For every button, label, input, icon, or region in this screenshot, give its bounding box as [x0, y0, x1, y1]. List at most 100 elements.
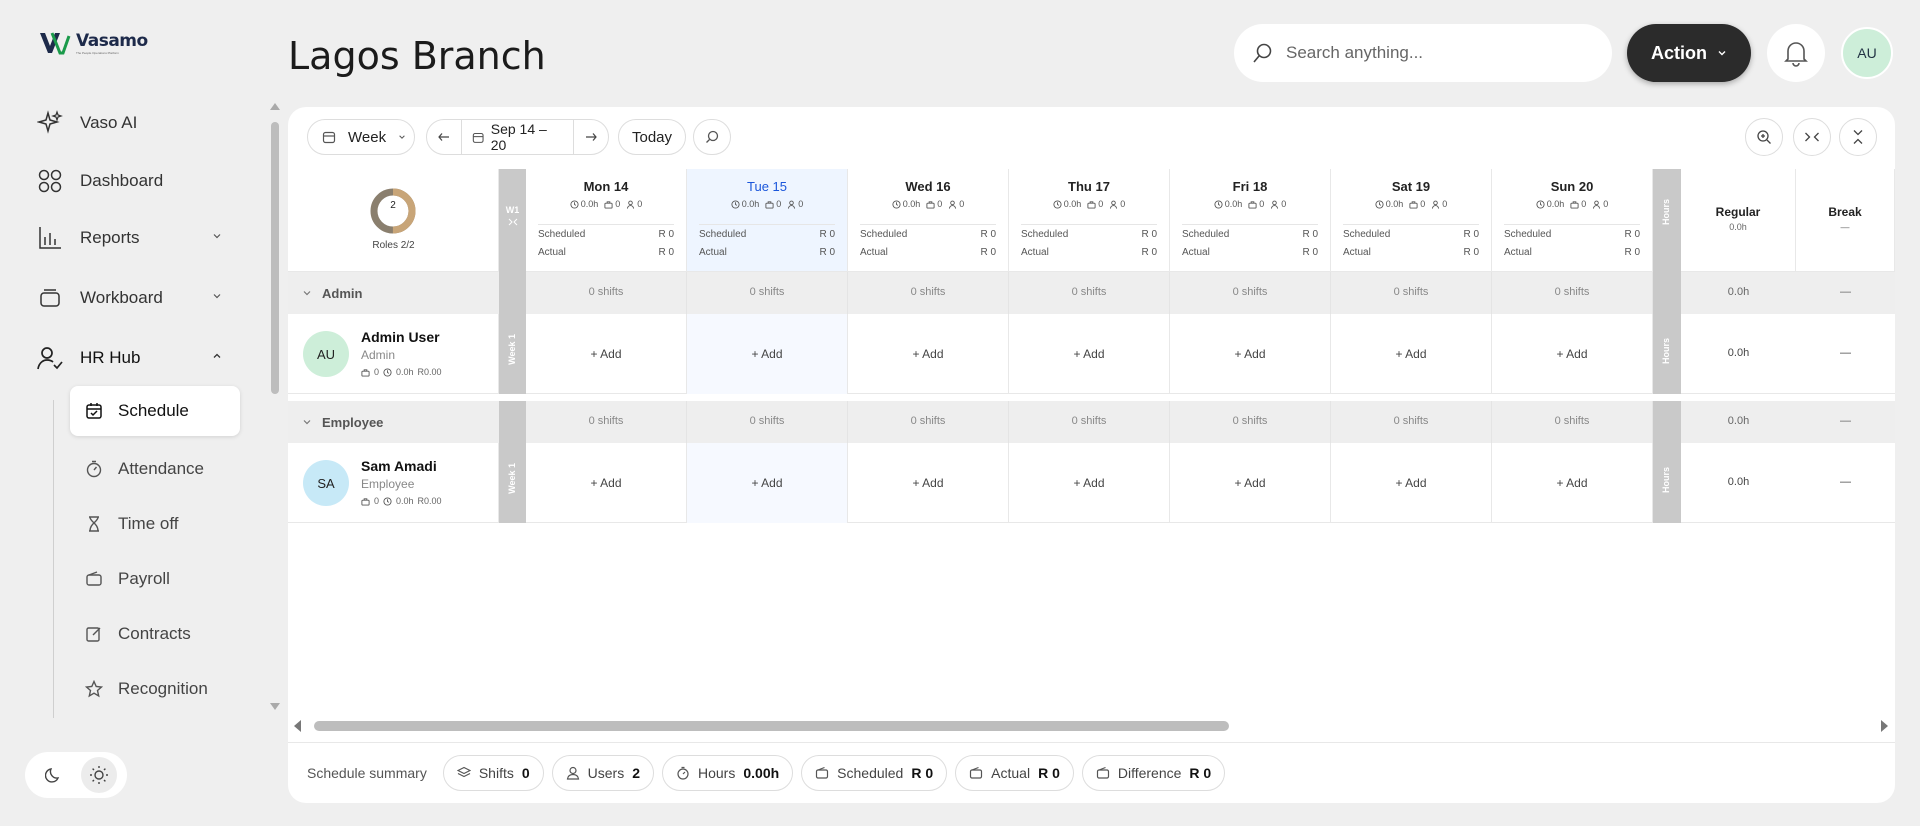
group-header-row[interactable]: Employee 0 shifts 0 shifts 0 shifts 0 shift…: [288, 401, 1895, 443]
add-shift-button[interactable]: + Add: [526, 347, 686, 361]
day-hours: 0.0h: [1224, 199, 1243, 209]
shift-cell[interactable]: + Add: [848, 443, 1009, 523]
scheduled-value: R 0: [658, 229, 674, 240]
shift-cell[interactable]: + Add: [1170, 443, 1331, 523]
group-shifts-text: 0 shifts: [1071, 286, 1107, 298]
add-shift-button[interactable]: + Add: [1492, 476, 1652, 490]
add-shift-button[interactable]: + Add: [1492, 347, 1652, 361]
hours-strip-header[interactable]: Hours: [1653, 169, 1681, 272]
vasamo-logo-icon: [40, 32, 71, 55]
day-people: 0: [1120, 199, 1126, 209]
next-week-button[interactable]: [574, 132, 608, 142]
day-header[interactable]: Fri 18 0.0h 0 0 Scheduled R 0 Actual R 0: [1170, 169, 1331, 272]
nav-item-vaso-ai[interactable]: Vaso AI: [36, 108, 137, 138]
clock-icon: [892, 199, 901, 209]
sub-label-contracts: Contracts: [118, 624, 191, 643]
add-shift-button[interactable]: + Add: [1009, 476, 1169, 490]
day-header[interactable]: Tue 15 0.0h 0 0 Scheduled R 0 Actual R 0: [687, 169, 848, 272]
summary-chip-shifts: Shifts 0: [442, 755, 544, 791]
nav-label-vaso-ai: Vaso AI: [80, 113, 138, 132]
employee-cell[interactable]: AU Admin User Admin 0 0.0h R0.00: [288, 314, 499, 394]
shift-cell[interactable]: + Add: [1492, 314, 1653, 394]
date-range-button[interactable]: Sep 14 – 20: [461, 119, 574, 155]
brand-logo[interactable]: Vasamo The People Operations Platform: [38, 30, 148, 56]
zoom-in-button[interactable]: [1745, 118, 1783, 156]
add-shift-button[interactable]: + Add: [1331, 347, 1491, 361]
sub-item-schedule[interactable]: Schedule: [70, 386, 240, 436]
notifications-button[interactable]: [1767, 24, 1825, 82]
add-shift-button[interactable]: + Add: [848, 347, 1008, 361]
shift-cell[interactable]: + Add: [687, 314, 848, 394]
add-shift-button[interactable]: + Add: [1170, 347, 1330, 361]
nav-item-reports[interactable]: Reports: [36, 223, 226, 253]
moon-icon: [44, 768, 59, 783]
employee-hours: 0.0h: [396, 367, 414, 377]
group-header-row[interactable]: Admin 0 shifts 0 shifts 0 shifts 0 shifts 0 …: [288, 272, 1895, 314]
shift-cell[interactable]: + Add: [1009, 443, 1170, 523]
add-shift-button[interactable]: + Add: [1009, 347, 1169, 361]
sub-label-payroll: Payroll: [118, 569, 170, 588]
actual-value: R 0: [1463, 247, 1479, 258]
collapse-columns-button[interactable]: [1793, 118, 1831, 156]
prev-week-button[interactable]: [427, 132, 461, 142]
shift-cell[interactable]: + Add: [526, 314, 687, 394]
shift-cell[interactable]: + Add: [1492, 443, 1653, 523]
day-header[interactable]: Wed 16 0.0h 0 0 Scheduled R 0 Actual R 0: [848, 169, 1009, 272]
add-shift-button[interactable]: + Add: [1331, 476, 1491, 490]
regular-col-total: 0.0h: [1729, 222, 1747, 232]
employee-avatar: SA: [303, 460, 349, 506]
shift-cell[interactable]: + Add: [1009, 314, 1170, 394]
sub-item-contracts[interactable]: Contracts: [70, 609, 240, 659]
sub-item-recognition[interactable]: Recognition: [70, 664, 240, 714]
shift-cell[interactable]: + Add: [526, 443, 687, 523]
nav-item-dashboard[interactable]: Dashboard: [36, 166, 163, 196]
week-strip: [499, 401, 526, 443]
clock-icon: [383, 367, 392, 377]
grid-horizontal-scrollbar[interactable]: [288, 717, 1895, 735]
add-shift-button[interactable]: + Add: [687, 347, 847, 361]
hours-strip: Hours: [1653, 314, 1681, 394]
add-shift-button[interactable]: + Add: [526, 476, 686, 490]
user-avatar[interactable]: AU: [1841, 27, 1893, 79]
view-select[interactable]: Week: [307, 119, 415, 155]
add-shift-button[interactable]: + Add: [848, 476, 1008, 490]
sub-label-recognition: Recognition: [118, 679, 208, 698]
employee-cell[interactable]: SA Sam Amadi Employee 0 0.0h R0.00: [288, 443, 499, 523]
shift-cell[interactable]: + Add: [1331, 314, 1492, 394]
collapse-rows-button[interactable]: [1839, 118, 1877, 156]
group-shifts-text: 0 shifts: [1554, 286, 1590, 298]
scheduled-value: R 0: [1463, 229, 1479, 240]
employee-pay: R0.00: [417, 496, 442, 506]
add-shift-button[interactable]: + Add: [1170, 476, 1330, 490]
nav-item-hr-hub[interactable]: HR Hub: [36, 343, 226, 373]
summary-actual-value: R 0: [1038, 765, 1060, 781]
day-name: Fri 18: [1232, 179, 1268, 194]
grid-search-button[interactable]: [693, 119, 731, 155]
action-button[interactable]: Action: [1627, 24, 1751, 82]
dark-mode-button[interactable]: [36, 757, 72, 793]
week-strip-header[interactable]: W1: [499, 169, 526, 272]
chevron-down-icon: [212, 291, 222, 301]
shift-cell[interactable]: + Add: [1170, 314, 1331, 394]
day-header[interactable]: Sun 20 0.0h 0 0 Scheduled R 0 Actual R 0: [1492, 169, 1653, 272]
shift-cell[interactable]: + Add: [848, 314, 1009, 394]
briefcase-icon: [361, 497, 370, 506]
light-mode-button[interactable]: [80, 757, 117, 793]
shift-cell[interactable]: + Add: [687, 443, 848, 523]
nav-item-workboard[interactable]: Workboard: [36, 283, 226, 313]
sub-item-attendance[interactable]: Attendance: [70, 444, 240, 494]
day-header[interactable]: Mon 14 0.0h 0 0 Scheduled R 0 Actual R 0: [526, 169, 687, 272]
add-shift-button[interactable]: + Add: [687, 476, 847, 490]
chevron-up-icon: [212, 351, 222, 361]
employee-regular: 0.0h: [1727, 347, 1750, 359]
summary-users-label: Users: [587, 765, 625, 781]
day-header[interactable]: Sat 19 0.0h 0 0 Scheduled R 0 Actual R 0: [1331, 169, 1492, 272]
sub-item-time-off[interactable]: Time off: [70, 499, 240, 549]
summary-difference-label: Difference: [1117, 765, 1182, 781]
shift-cell[interactable]: + Add: [1331, 443, 1492, 523]
today-button[interactable]: Today: [618, 119, 686, 155]
sidebar-scrollbar[interactable]: [267, 96, 283, 716]
day-header[interactable]: Thu 17 0.0h 0 0 Scheduled R 0 Actual R 0: [1009, 169, 1170, 272]
search-input[interactable]: Search anything...: [1234, 24, 1612, 82]
sub-item-payroll[interactable]: Payroll: [70, 554, 240, 604]
